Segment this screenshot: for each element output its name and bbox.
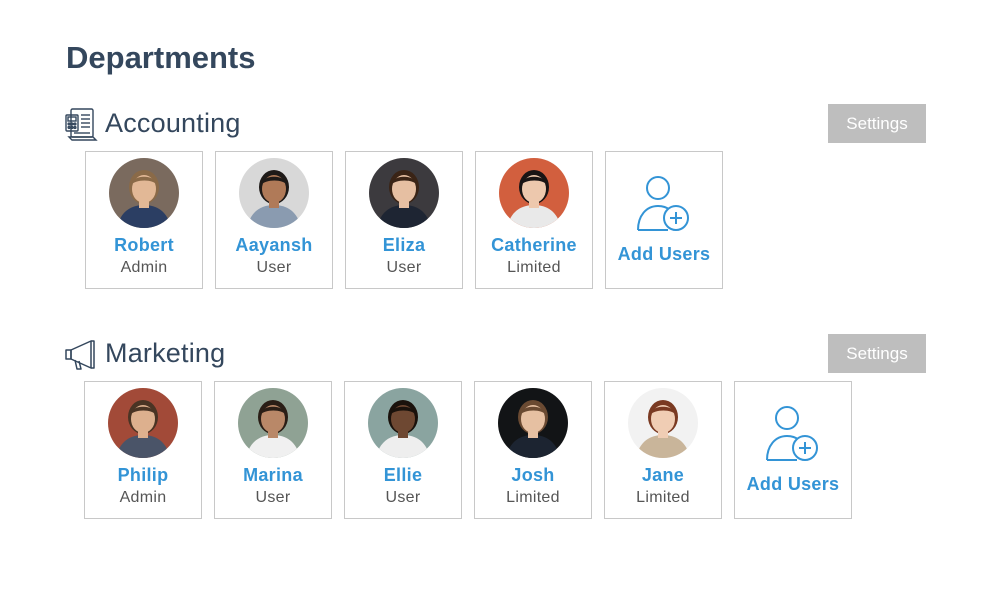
user-role: Admin bbox=[120, 259, 168, 276]
megaphone-icon bbox=[64, 337, 98, 371]
user-name: Robert bbox=[114, 235, 174, 255]
department-title: Accounting bbox=[105, 108, 241, 138]
user-role: Limited bbox=[506, 489, 560, 506]
add-users-button[interactable]: Add Users bbox=[734, 381, 852, 519]
user-name: Eliza bbox=[382, 235, 426, 255]
avatar bbox=[628, 388, 698, 458]
user-role: Limited bbox=[636, 489, 690, 506]
user-card[interactable]: Marina User bbox=[214, 381, 332, 519]
add-users-label: Add Users bbox=[617, 244, 711, 264]
user-card[interactable]: Robert Admin bbox=[85, 151, 203, 289]
user-card[interactable]: Jane Limited bbox=[604, 381, 722, 519]
avatar bbox=[368, 388, 438, 458]
avatar bbox=[238, 388, 308, 458]
avatar bbox=[109, 158, 179, 228]
user-card[interactable]: Catherine Limited bbox=[475, 151, 593, 289]
user-card[interactable]: Eliza User bbox=[345, 151, 463, 289]
user-card[interactable]: Ellie User bbox=[344, 381, 462, 519]
avatar bbox=[108, 388, 178, 458]
add-user-icon bbox=[634, 174, 694, 236]
user-role: Limited bbox=[507, 259, 561, 276]
user-list-marketing: Philip Admin Marina User Ellie User Josh Limite… bbox=[84, 381, 852, 519]
department-title: Marketing bbox=[105, 338, 226, 368]
user-card[interactable]: Aayansh User bbox=[215, 151, 333, 289]
add-user-icon bbox=[763, 404, 823, 466]
department-header-marketing: Marketing Settings bbox=[64, 334, 934, 374]
user-list-accounting: Robert Admin Aayansh User Eliza User Catherine… bbox=[85, 151, 723, 289]
avatar bbox=[239, 158, 309, 228]
add-users-button[interactable]: Add Users bbox=[605, 151, 723, 289]
user-role: User bbox=[256, 259, 292, 276]
user-name: Jane bbox=[641, 465, 685, 485]
avatar bbox=[499, 158, 569, 228]
user-name: Catherine bbox=[491, 235, 577, 255]
settings-button[interactable]: Settings bbox=[828, 334, 926, 373]
user-role: User bbox=[386, 259, 422, 276]
user-role: User bbox=[385, 489, 421, 506]
user-role: User bbox=[255, 489, 291, 506]
user-card[interactable]: Philip Admin bbox=[84, 381, 202, 519]
user-name: Aayansh bbox=[235, 235, 313, 255]
avatar bbox=[498, 388, 568, 458]
user-name: Marina bbox=[243, 465, 303, 485]
avatar bbox=[369, 158, 439, 228]
user-name: Josh bbox=[511, 465, 555, 485]
user-name: Ellie bbox=[383, 465, 423, 485]
department-header-accounting: Accounting Settings bbox=[64, 104, 934, 144]
add-users-label: Add Users bbox=[746, 474, 840, 494]
user-name: Philip bbox=[117, 465, 169, 485]
page-title: Departments bbox=[66, 40, 256, 75]
user-card[interactable]: Josh Limited bbox=[474, 381, 592, 519]
settings-button[interactable]: Settings bbox=[828, 104, 926, 143]
user-role: Admin bbox=[119, 489, 167, 506]
calculator-document-icon bbox=[64, 107, 98, 141]
